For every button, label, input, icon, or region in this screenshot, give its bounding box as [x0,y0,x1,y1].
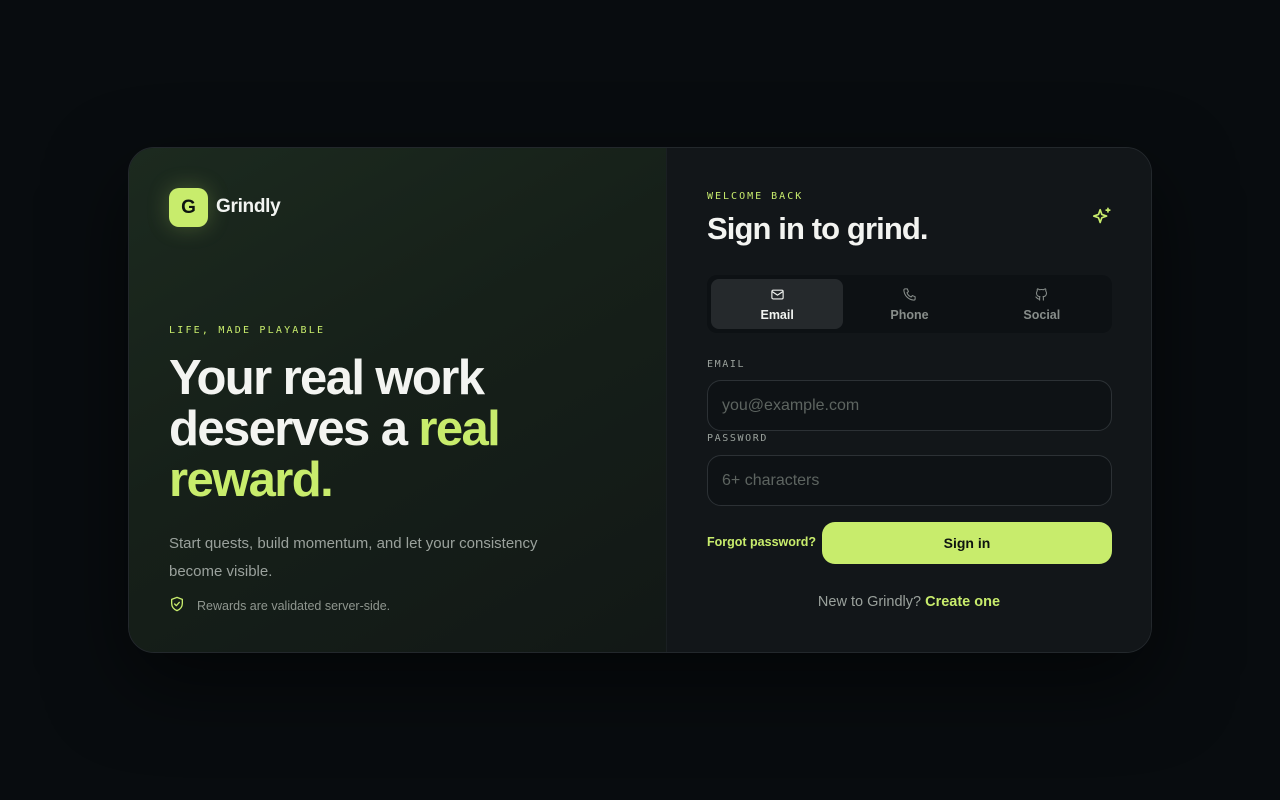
signin-method-tabs: Email Phone Social [707,275,1112,333]
hero-subtext: Start quests, build momentum, and let yo… [169,535,538,580]
sign-in-button[interactable]: Sign in [822,522,1112,564]
password-field[interactable] [707,455,1112,506]
signin-panel: WELCOME BACK Sign in to grind. Email Pho… [667,148,1151,652]
tab-phone[interactable]: Phone [843,279,975,329]
create-account-row: New to Grindly? Create one [667,594,1151,610]
shield-check-icon [169,596,185,615]
welcome-eyebrow: WELCOME BACK [707,191,804,202]
logo-letter: G [181,196,196,218]
hero-headline: Your real work deserves a real reward. [169,353,639,506]
note-text: Rewards are validated server-side. [197,598,391,613]
validation-note: Rewards are validated server-side. [169,596,390,615]
logo-badge: G [169,188,208,227]
tab-label: Phone [890,307,929,322]
hero-eyebrow: LIFE, MADE PLAYABLE [169,325,326,336]
email-label: EMAIL [707,359,746,370]
forgot-password-link[interactable]: Forgot password? [707,535,816,549]
signin-card: G Grindly LIFE, MADE PLAYABLE Your real … [128,147,1152,653]
tab-label: Email [760,307,794,322]
create-account-link[interactable]: Create one [925,594,1000,610]
github-icon [1034,287,1049,305]
tab-email[interactable]: Email [711,279,844,329]
signin-title: Sign in to grind. [707,211,929,246]
phone-icon [902,287,917,305]
create-prompt: New to Grindly? [817,594,922,610]
password-label: PASSWORD [707,433,768,444]
hero-panel: G Grindly LIFE, MADE PLAYABLE Your real … [129,148,667,652]
brand-name: Grindly [216,196,281,217]
tab-social[interactable]: Social [976,279,1108,329]
email-field[interactable] [707,380,1112,431]
sparkle-icon [1091,206,1113,228]
tab-label: Social [1023,307,1061,322]
mail-icon [770,287,785,305]
